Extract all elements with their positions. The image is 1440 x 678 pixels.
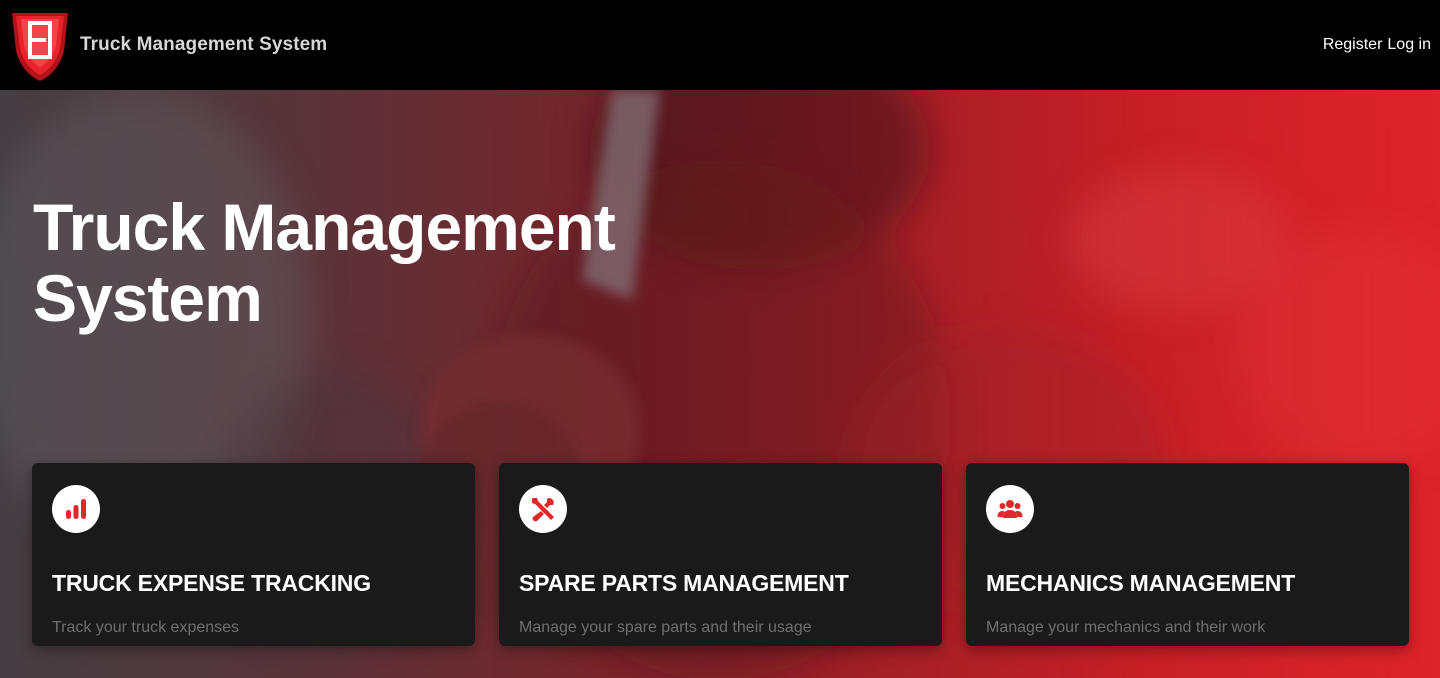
logo-icon: [12, 13, 68, 81]
card-title: MECHANICS MANAGEMENT: [986, 570, 1296, 596]
card-title: TRUCK EXPENSE TRACKING: [52, 570, 371, 596]
hero-title-line-1: Truck Management: [33, 190, 616, 264]
feature-card-spare-parts[interactable]: SPARE PARTS MANAGEMENT Manage your spare…: [499, 463, 942, 646]
hero-section: Truck Management System TRUCK EXPENSE TR…: [0, 90, 1440, 678]
card-description: Manage your spare parts and their usage: [519, 619, 812, 636]
nav-links: Register Log in: [1323, 36, 1431, 54]
bar-chart-icon: [52, 485, 100, 533]
card-title: SPARE PARTS MANAGEMENT: [519, 570, 849, 596]
login-link[interactable]: Log in: [1387, 36, 1431, 54]
card-description: Manage your mechanics and their work: [986, 619, 1266, 636]
hero-title-line-2: System: [33, 261, 263, 335]
people-icon: [986, 485, 1034, 533]
feature-card-mechanics[interactable]: MECHANICS MANAGEMENT Manage your mechani…: [966, 463, 1409, 646]
register-link[interactable]: Register: [1323, 36, 1383, 54]
brand-name: Truck Management System: [80, 34, 328, 55]
top-navbar: Truck Management System Register Log in: [0, 0, 1440, 90]
card-description: Track your truck expenses: [52, 619, 240, 636]
hero-title: Truck Management System: [33, 192, 733, 334]
feature-cards: TRUCK EXPENSE TRACKING Track your truck …: [32, 463, 1409, 646]
tools-icon: [519, 485, 567, 533]
feature-card-expense-tracking[interactable]: TRUCK EXPENSE TRACKING Track your truck …: [32, 463, 475, 646]
brand-link[interactable]: Truck Management System: [8, 5, 327, 85]
